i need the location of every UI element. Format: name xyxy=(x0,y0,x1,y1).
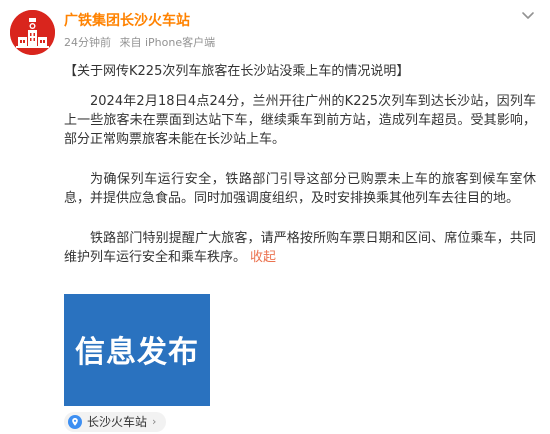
post-paragraph: 铁路部门特别提醒广大旅客，请严格按所购车票日期和区间、席位乘车，共同维护列车运行… xyxy=(64,229,536,267)
location-tag[interactable]: 长沙火车站 › xyxy=(64,412,167,432)
chevron-down-icon[interactable] xyxy=(521,10,535,22)
chevron-right-icon: › xyxy=(152,415,157,428)
post-time[interactable]: 24分钟前 xyxy=(64,36,111,49)
post-source: 来自 iPhone客户端 xyxy=(119,36,216,49)
location-label: 长沙火车站 xyxy=(87,415,148,429)
post-paragraph-text: 铁路部门特别提醒广大旅客，请严格按所购车票日期和区间、席位乘车，共同维护列车运行… xyxy=(64,231,536,265)
account-name[interactable]: 广铁集团长沙火车站 xyxy=(64,12,190,30)
post-image[interactable]: 信息发布 xyxy=(64,294,210,406)
railway-station-logo-icon xyxy=(10,10,55,55)
avatar[interactable] xyxy=(10,10,55,55)
post-paragraph: 为确保列车运行安全，铁路部门引导这部分已购票未上车的旅客到候车室休息，并提供应急… xyxy=(64,172,536,206)
post-headline: 【关于网传K225次列车旅客在长沙站没乘上车的情况说明】 xyxy=(64,64,410,79)
post-meta: 24分钟前 来自 iPhone客户端 xyxy=(64,36,215,50)
location-pin-icon xyxy=(68,415,82,429)
post-paragraph: 2024年2月18日4点24分，兰州开往广州的K225次列车到达长沙站，因列车上… xyxy=(64,94,536,147)
collapse-link[interactable]: 收起 xyxy=(250,250,276,265)
post-image-text: 信息发布 xyxy=(75,335,199,370)
post-content: 【关于网传K225次列车旅客在长沙站没乘上车的情况说明】 2024年2月18日4… xyxy=(64,62,536,288)
